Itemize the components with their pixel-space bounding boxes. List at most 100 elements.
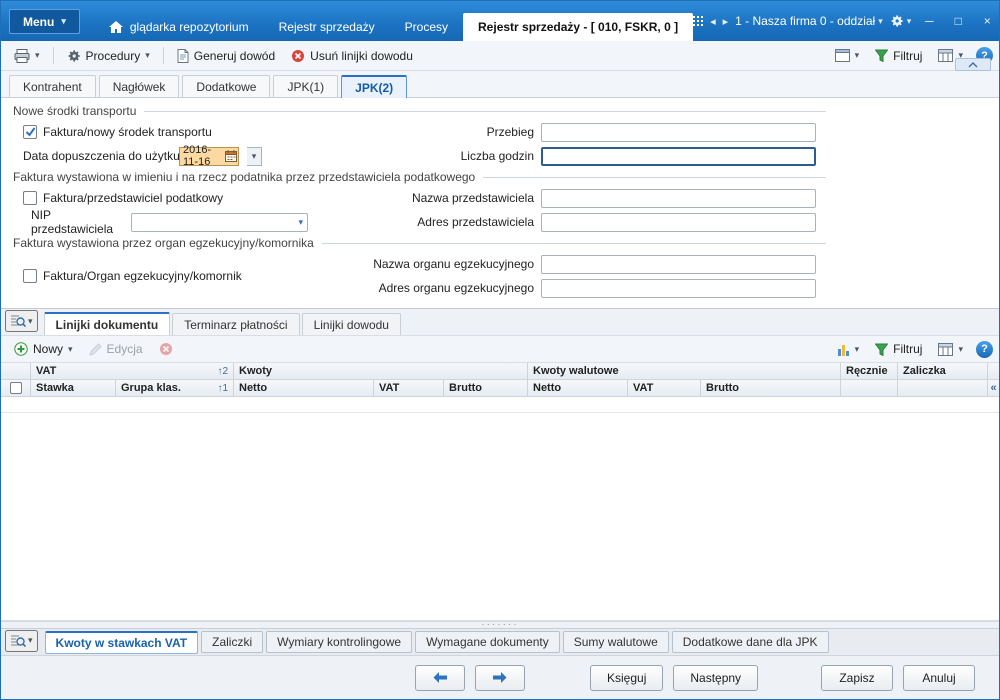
nav-back-icon[interactable]: ◂ [710,15,716,28]
company-selector-label: 1 - Nasza firma 0 - oddział [735,14,876,28]
panel-view-button[interactable]: ▾ [828,45,867,66]
edit-row-label: Edycja [106,342,143,356]
chart-view-button[interactable]: ▾ [830,339,867,360]
titlebar-tab-processes[interactable]: Procesy [390,13,463,41]
column-vat-walutowe[interactable]: VAT [628,380,701,396]
procedures-button[interactable]: Procedury ▾ [60,45,157,67]
app-window: Menu ▾ glądarka repozytorium Rejestr spr… [0,0,1000,700]
tab-dodatkowe[interactable]: Dodatkowe [182,75,271,97]
print-button[interactable]: ▾ [7,45,47,67]
representative-checkbox[interactable] [23,191,37,205]
tab-label: Kwoty w stawkach VAT [55,635,188,650]
representative-nip-label: NIP przedstawiciela [31,208,114,236]
admission-date-input[interactable]: 2016-11-16 [179,144,239,168]
new-row-button[interactable]: Nowy ▾ [7,338,80,360]
representative-address-input[interactable] [541,212,816,232]
tab-label: Dodatkowe [196,80,257,94]
previous-record-button[interactable] [415,664,465,691]
bottom-tab-sumy-walutowe[interactable]: Sumy walutowe [562,631,669,653]
grid-header: VAT ↑2 Kwoty Kwoty walutowe Ręcznie Zali… [1,363,999,397]
tab-label: JPK(2) [355,81,394,95]
titlebar-tab-sales-register[interactable]: Rejestr sprzedaży [264,13,390,41]
gear-icon [67,49,81,63]
enforcement-name-input[interactable] [541,254,816,274]
grid-tab-payment-schedule[interactable]: Terminarz płatności [172,313,300,335]
delete-proof-lines-button[interactable]: Usuń linijki dowodu [284,45,420,67]
tab-label: Nagłówek [112,80,166,94]
column-brutto[interactable]: Brutto [444,380,528,396]
tab-jpk1[interactable]: JPK(1) [273,75,339,97]
grid-tab-proof-lines[interactable]: Linijki dowodu [301,313,401,335]
maximize-button[interactable]: □ [947,12,969,30]
enforcement-address-input[interactable] [541,278,816,298]
grid-settings-button[interactable]: ▾ [931,339,970,360]
new-transport-checkbox[interactable] [23,125,37,139]
column-group-label: Kwoty [239,365,272,377]
chevron-down-icon: ▾ [35,50,40,60]
tab-kontrahent[interactable]: Kontrahent [9,75,96,97]
close-button[interactable]: × [976,12,998,30]
filter-button[interactable]: Filtruj [868,45,929,67]
tab-label: Dodatkowe dane dla JPK [682,635,818,649]
grid-tab-document-lines[interactable]: Linijki dokumentu [43,312,171,335]
column-stawka[interactable]: Stawka [31,380,116,396]
grid-layout-button[interactable]: ▾ [5,310,38,332]
titlebar-tab-repository[interactable]: glądarka repozytorium [94,13,264,41]
collapse-left-icon: « [990,382,997,394]
representative-name-input[interactable] [541,188,816,208]
company-selector[interactable]: 1 - Nasza firma 0 - oddział ▾ [735,14,883,28]
column-label: Netto [533,382,562,394]
bottom-tab-wymiary[interactable]: Wymiary kontrolingowe [266,631,413,653]
post-button[interactable]: Księguj [590,664,664,691]
collapse-columns-button[interactable]: « [988,380,999,396]
mileage-input[interactable] [541,122,816,142]
bottom-layout-button[interactable]: ▾ [5,629,38,652]
date-dropdown-button[interactable]: ▾ [247,146,262,166]
column-vat[interactable]: VAT [374,380,444,396]
next-record-button[interactable] [475,664,525,691]
filter-funnel-icon [875,343,889,356]
delete-row-button[interactable] [152,338,180,360]
apps-grid-icon[interactable] [693,16,704,26]
bottom-tab-dodatkowe-jpk[interactable]: Dodatkowe dane dla JPK [671,631,829,653]
representative-nip-combo[interactable]: ▾ [131,212,308,232]
bottom-tab-vat-rates[interactable]: Kwoty w stawkach VAT [44,630,199,654]
tab-jpk2[interactable]: JPK(2) [341,75,408,98]
tab-label: Wymagane dokumenty [426,635,549,649]
splitter-handle[interactable]: ······· [1,620,999,630]
column-group-vat[interactable]: VAT ↑2 [31,363,234,379]
column-netto[interactable]: Netto [234,380,374,396]
generate-proof-button[interactable]: Generuj dowód [170,45,282,67]
titlebar: Menu ▾ glądarka repozytorium Rejestr spr… [1,1,999,41]
cancel-button[interactable]: Anuluj [903,664,975,691]
save-button[interactable]: Zapisz [821,664,893,691]
nav-forward-icon[interactable]: ▸ [723,15,729,28]
column-grupa-klas[interactable]: Grupa klas. ↑1 [116,380,234,396]
collapse-header-button[interactable] [955,58,991,71]
calendar-icon[interactable] [225,150,237,162]
column-group-kwoty[interactable]: Kwoty [234,363,528,379]
column-group-kwoty-walutowe[interactable]: Kwoty walutowe [528,363,841,379]
grid-body[interactable] [1,397,999,621]
minimize-button[interactable]: ─ [918,12,940,30]
bottom-tab-zaliczki[interactable]: Zaliczki [201,631,264,653]
grid-header-group-row: VAT ↑2 Kwoty Kwoty walutowe Ręcznie Zali… [1,363,999,380]
tab-naglowek[interactable]: Nagłówek [98,75,180,97]
column-netto-walutowe[interactable]: Netto [528,380,628,396]
enforcement-checkbox[interactable] [23,269,37,283]
bottom-tab-wymagane-dokumenty[interactable]: Wymagane dokumenty [415,631,560,653]
titlebar-tab-active-document[interactable]: Rejestr sprzedaży - [ 010, FSKR, 0 ] [463,13,694,41]
panel-icon [834,49,850,62]
grid-filter-button[interactable]: Filtruj [868,338,929,360]
help-icon[interactable]: ? [976,340,993,358]
sort-indicator: ↑1 [217,382,228,394]
column-recznie[interactable]: Ręcznie [841,363,898,379]
menu-button[interactable]: Menu ▾ [9,9,80,34]
column-brutto-walutowe[interactable]: Brutto [701,380,841,396]
next-button[interactable]: Następny [673,664,759,691]
column-zaliczka[interactable]: Zaliczka [898,363,988,379]
select-all-checkbox[interactable] [9,382,22,394]
settings-button[interactable]: ▾ [890,14,911,28]
hours-input[interactable] [541,146,816,166]
edit-row-button[interactable]: Edycja [82,338,150,360]
